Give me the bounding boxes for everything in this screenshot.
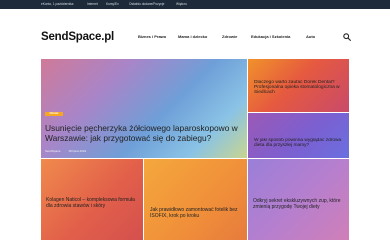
bottom-article-2[interactable] [144,159,247,240]
site-logo[interactable]: SendSpace.pl [41,31,114,43]
bottom-article-3-title[interactable]: Odkryj sekret ekskluzywnych zup, które z… [253,198,345,210]
side-article-2-title[interactable]: W jaki sposób powinna wyglądać zdrowa di… [254,138,346,148]
nav-item-education[interactable]: Edukacja i Szkolenia [251,34,290,39]
site-header: SendSpace.pl Biznes i Prawo Mama i dziec… [0,9,390,49]
featured-author[interactable]: SendSpace [45,149,61,153]
side-article-1-title[interactable]: Dlaczego warto zaufać Dorek Dental? Prof… [254,80,346,95]
nav-item-mother-child[interactable]: Mama i dziecko [178,34,207,39]
nav-item-auto[interactable]: Auto [306,34,315,39]
bottom-article-2-title[interactable]: Jak prawidłowo zamontować fotelik bez IS… [150,207,244,219]
featured-title[interactable]: Usunięcie pęcherzyka żółciowego laparosk… [45,123,245,143]
featured-date: 18 lipca 2022 [68,149,87,153]
bottom-article-1-title[interactable]: Kolagen Naticol – kompleksowa formuła dl… [46,197,138,209]
topbar-link-courses[interactable]: Kursy/Ex [106,2,119,7]
side-article-2[interactable] [248,113,349,158]
nav-item-business[interactable]: Biznes i Prawo [138,34,166,39]
topbar-link-account[interactable]: eKonto, 1 października [41,2,73,7]
search-icon[interactable] [343,33,351,41]
topbar-link-recent[interactable]: Ostatnio dodane/Pozycje [129,2,164,7]
category-badge[interactable]: Zdrowie [45,112,63,116]
nav-item-health[interactable]: Zdrowie [222,34,237,39]
featured-meta: SendSpace 18 lipca 2022 [45,149,93,153]
featured-article[interactable] [41,59,247,158]
topbar-link-more[interactable]: Więtrzu [176,2,187,7]
topbar-link-internet[interactable]: Internet [87,2,98,7]
top-bar: eKonto, 1 października Internet Kursy/Ex… [0,0,390,9]
